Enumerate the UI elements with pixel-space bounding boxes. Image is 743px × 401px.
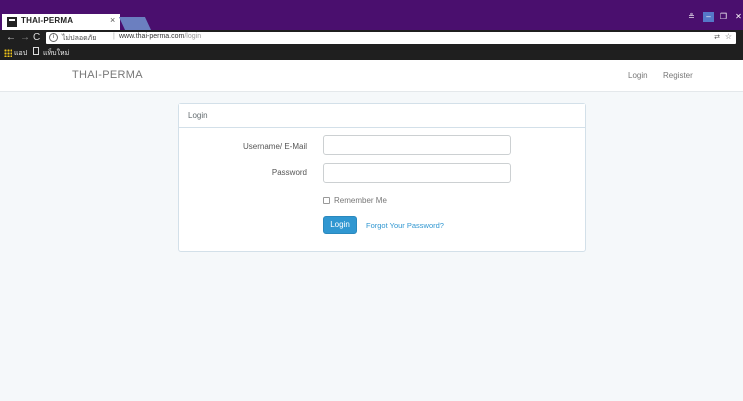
translate-icon[interactable]: ⇄ <box>714 33 720 41</box>
back-icon[interactable]: ← <box>6 31 16 44</box>
username-field[interactable] <box>323 135 511 156</box>
forward-icon[interactable]: → <box>20 31 30 44</box>
close-window-icon[interactable]: ✕ <box>733 12 743 22</box>
bookmarks-bar: แอป แท็บใหม่ <box>0 46 743 60</box>
maximize-icon[interactable]: ❐ <box>718 12 729 22</box>
password-input[interactable] <box>324 165 510 184</box>
bookmark-new-tab[interactable]: แท็บใหม่ <box>43 48 69 59</box>
security-status[interactable]: ไม่ปลอดภัย <box>62 33 96 44</box>
login-button[interactable]: Login <box>323 216 357 234</box>
password-field[interactable] <box>323 163 511 184</box>
url-path: /login <box>184 33 202 40</box>
forgot-password-link[interactable]: Forgot Your Password? <box>366 221 444 230</box>
tab-title: THAI-PERMA <box>21 16 74 25</box>
apps-icon[interactable] <box>4 49 12 57</box>
username-input[interactable] <box>324 137 510 156</box>
new-tab-button[interactable] <box>118 17 152 30</box>
bookmark-apps[interactable]: แอป <box>14 48 27 59</box>
address-bar[interactable]: i ไม่ปลอดภัย | www.thai-perma.com/login … <box>46 32 736 44</box>
panel-heading: Login <box>179 104 585 128</box>
panel-title: Login <box>188 111 208 120</box>
remember-label[interactable]: Remember Me <box>334 196 387 205</box>
favicon-icon <box>7 17 17 27</box>
star-icon[interactable]: ☆ <box>725 32 732 41</box>
profile-icon[interactable]: ≗ <box>686 12 697 22</box>
nav-register-link[interactable]: Register <box>663 71 693 80</box>
remember-checkbox-icon[interactable] <box>323 197 330 204</box>
info-icon[interactable]: i <box>49 33 58 42</box>
document-icon <box>33 47 39 55</box>
nav-login-link[interactable]: Login <box>628 71 648 80</box>
site-brand[interactable]: THAI-PERMA <box>72 69 143 81</box>
browser-tab[interactable]: THAI-PERMA × <box>2 14 120 30</box>
address-separator: | <box>113 33 115 40</box>
browser-toolbar: ← → C i ไม่ปลอดภัย | www.thai-perma.com/… <box>0 30 743 46</box>
login-panel: Login Username/ E-Mail Password Remember… <box>178 103 586 252</box>
url-text[interactable]: www.thai-perma.com/login <box>119 33 201 40</box>
site-navbar: THAI-PERMA Login Register <box>0 60 743 92</box>
browser-titlebar: THAI-PERMA × ≗ – ❐ ✕ <box>0 0 743 30</box>
reload-icon[interactable]: C <box>33 31 40 44</box>
password-label: Password <box>271 168 307 177</box>
minimize-icon[interactable]: – <box>703 12 714 22</box>
url-host: www.thai-perma.com <box>119 33 185 40</box>
tab-close-icon[interactable]: × <box>110 15 115 25</box>
username-label: Username/ E-Mail <box>242 142 307 151</box>
